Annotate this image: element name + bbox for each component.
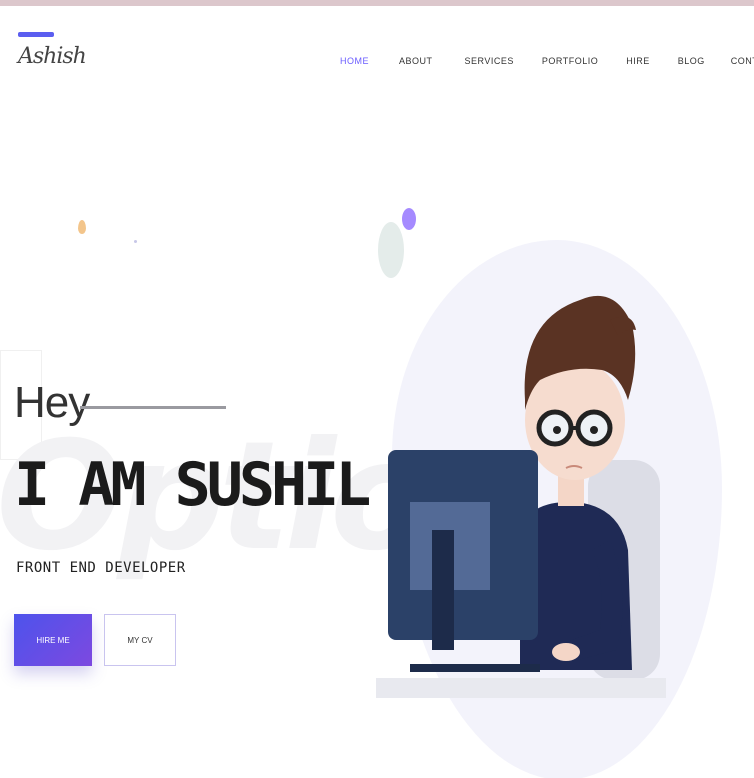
brand-name: Ashish bbox=[18, 44, 87, 69]
hero-greeting: Hey bbox=[14, 378, 90, 427]
nav-item-hire[interactable]: Hire bbox=[626, 56, 650, 66]
hero-headline: I AM SUSHIL bbox=[14, 450, 371, 520]
nav-item-blog[interactable]: Blog bbox=[678, 56, 705, 66]
hire-me-button[interactable]: HIRE ME bbox=[14, 614, 92, 666]
decorative-purple-shape bbox=[402, 208, 416, 230]
nav-item-contact[interactable]: Contact bbox=[731, 56, 754, 66]
nav-item-about[interactable]: About bbox=[399, 56, 433, 66]
desk bbox=[376, 678, 666, 698]
brand-logo[interactable]: Ashish bbox=[16, 30, 106, 100]
person-hand bbox=[552, 643, 580, 661]
my-cv-button[interactable]: MY CV bbox=[104, 614, 176, 666]
decorative-green-oval bbox=[378, 222, 404, 278]
decorative-dot bbox=[134, 240, 137, 243]
logo-accent-bar bbox=[18, 32, 54, 37]
greeting-underline bbox=[80, 406, 226, 409]
hero-role: FRONT END DEVELOPER bbox=[16, 560, 186, 576]
keyboard bbox=[410, 664, 540, 672]
nav-item-services[interactable]: Services bbox=[465, 56, 514, 66]
developer-at-computer-illustration bbox=[376, 295, 666, 698]
nav-item-home[interactable]: Home bbox=[340, 56, 369, 66]
main-nav: Home About Services Portfolio Hire Blog … bbox=[340, 56, 754, 66]
decorative-orange-shape bbox=[78, 220, 86, 234]
monitor-stand bbox=[432, 530, 454, 650]
top-accent-bar bbox=[0, 0, 754, 6]
nav-item-portfolio[interactable]: Portfolio bbox=[542, 56, 598, 66]
